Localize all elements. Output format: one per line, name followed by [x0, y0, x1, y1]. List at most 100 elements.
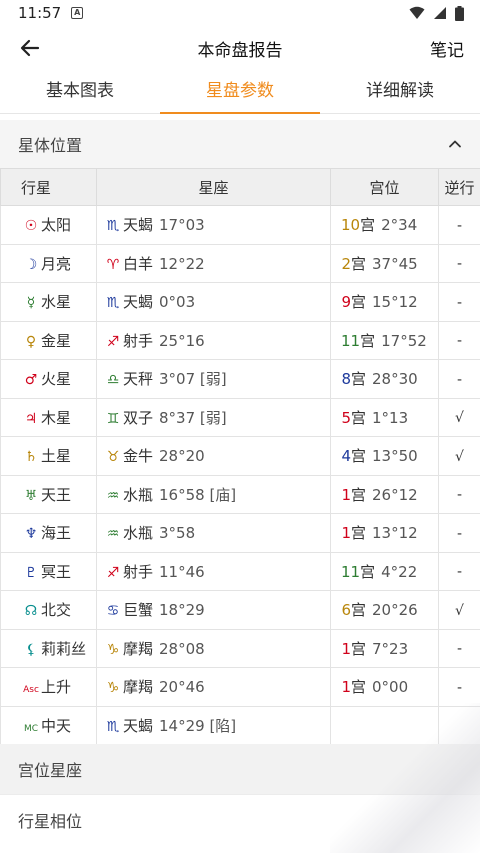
sign-degree: 28°20 — [159, 447, 205, 466]
house-number: 4 — [341, 447, 351, 466]
retrograde-cell: - — [438, 667, 480, 707]
section-header-planet-positions[interactable]: 星体位置 — [0, 120, 480, 168]
house-suffix: 宫 — [351, 639, 367, 658]
table-row: ♀ 金星 ♐ 射手 25°16 11宫 17°52 - — [0, 320, 480, 360]
house-cell: 1宫 7°23 — [330, 628, 439, 668]
table-row: MC 中天 ♏ 天蝎 14°29 [陷] — [0, 705, 480, 745]
planet-cell: ♀ 金星 — [0, 320, 97, 360]
sign-name: 天蝎 — [123, 716, 154, 735]
retrograde-mark: - — [456, 679, 463, 696]
planet-name: 海王 — [41, 524, 72, 543]
col-header-sign: 星座 — [96, 168, 331, 206]
sign-name: 金牛 — [123, 447, 154, 466]
planet-positions-table: 行星 星座 宫位 逆行 ☉ 太阳 ♏ 天蝎 17°03 10宫 2°34- ☽ 月亮 ♈ 白羊 12°… — [0, 168, 480, 745]
table-body: ☉ 太阳 ♏ 天蝎 17°03 10宫 2°34- ☽ 月亮 ♈ 白羊 12°22 2宫 37°45- ☿ 水… — [0, 205, 480, 745]
sign-cell: ♑ 摩羯 28°08 — [96, 628, 331, 668]
retrograde-cell: - — [438, 320, 480, 360]
retrograde-cell: - — [438, 282, 480, 322]
table-row: ⚸ 莉莉丝 ♑ 摩羯 28°08 1宫 7°23 - — [0, 628, 480, 668]
house-cell: 11宫 4°22 — [330, 551, 439, 591]
table-row: ♇ 冥王 ♐ 射手 11°46 11宫 4°22 - — [0, 551, 480, 591]
retrograde-cell: - — [438, 474, 480, 514]
house-cell: 1宫 0°00 — [330, 667, 439, 707]
sign-degree: 12°22 — [159, 254, 205, 273]
sign-cell: ♒ 水瓶 16°58 [庙] — [96, 474, 331, 514]
tab-chart-parameters[interactable]: 星盘参数 — [160, 70, 320, 114]
planet-glyph-icon: ♅ — [24, 487, 38, 504]
sign-degree: 11°46 — [159, 562, 205, 581]
retrograde-cell — [438, 705, 480, 745]
sign-cell: ♒ 水瓶 3°58 — [96, 513, 331, 553]
status-icons — [409, 5, 464, 21]
house-cell: 2宫 37°45 — [330, 243, 439, 283]
house-degree: 4°22 — [381, 562, 418, 581]
retrograde-mark: √ — [455, 602, 464, 619]
sign-cell: ♐ 射手 25°16 — [96, 320, 331, 360]
tab-detailed-reading[interactable]: 详细解读 — [320, 70, 480, 113]
planet-name: 中天 — [41, 716, 72, 735]
table-row: ☿ 水星 ♏ 天蝎 0°03 9宫 15°12 - — [0, 282, 480, 322]
sign-cell: ♎ 天秤 3°07 [弱] — [96, 359, 331, 399]
house-degree: 26°12 — [372, 485, 418, 504]
sign-degree: 17°03 — [159, 216, 205, 235]
planet-name: 金星 — [41, 331, 72, 350]
sign-degree: 3°07 [弱] — [159, 370, 227, 389]
app-bar: 本命盘报告 笔记 — [0, 26, 480, 70]
table-row: ♃ 木星 ♊ 双子 8°37 [弱] 5宫 1°13 √ — [0, 397, 480, 437]
sign-degree: 16°58 [庙] — [159, 485, 237, 504]
planet-cell: ☽ 月亮 — [0, 243, 97, 283]
sign-cell: ♋ 巨蟹 18°29 — [96, 590, 331, 630]
house-degree: 17°52 — [381, 331, 427, 350]
sign-glyph-icon: ♊ — [106, 410, 120, 427]
house-number: 11 — [341, 562, 361, 581]
sign-name: 天蝎 — [123, 293, 154, 312]
retrograde-cell: - — [438, 513, 480, 553]
planet-name: 太阳 — [41, 216, 72, 235]
planet-name: 上升 — [41, 678, 72, 697]
wifi-icon — [409, 6, 425, 19]
section-header-planet-aspects[interactable]: 行星相位 — [0, 794, 480, 844]
sign-degree: 3°58 — [159, 524, 196, 543]
planet-cell: ♄ 土星 — [0, 436, 97, 476]
section-title: 宫位星座 — [18, 761, 83, 780]
planet-glyph-icon: ♄ — [24, 449, 38, 466]
house-degree: 13°50 — [372, 447, 418, 466]
table-row: ♅ 天王 ♒ 水瓶 16°58 [庙] 1宫 26°12 - — [0, 474, 480, 514]
house-suffix: 宫 — [351, 678, 367, 697]
sign-cell: ♐ 射手 11°46 — [96, 551, 331, 591]
house-cell: 4宫 13°50 — [330, 436, 439, 476]
house-number: 6 — [341, 601, 351, 620]
planet-cell: ☊ 北交 — [0, 590, 97, 630]
table-row: ♂ 火星 ♎ 天秤 3°07 [弱] 8宫 28°30 - — [0, 359, 480, 399]
sign-name: 巨蟹 — [123, 601, 154, 620]
house-cell: 5宫 1°13 — [330, 397, 439, 437]
house-degree: 37°45 — [372, 254, 418, 273]
house-degree: 0°00 — [372, 678, 409, 697]
sign-degree: 20°46 — [159, 678, 205, 697]
planet-cell: ♅ 天王 — [0, 474, 97, 514]
planet-glyph-icon: Asc — [23, 685, 39, 696]
house-degree: 28°30 — [372, 370, 418, 389]
col-header-house: 宫位 — [330, 168, 439, 206]
retrograde-cell: √ — [438, 397, 480, 437]
status-bar: 11:57 A — [0, 0, 480, 26]
planet-cell: ♇ 冥王 — [0, 551, 97, 591]
planet-cell: ☉ 太阳 — [0, 205, 97, 245]
house-suffix: 宫 — [351, 447, 367, 466]
sign-cell: ♉ 金牛 28°20 — [96, 436, 331, 476]
sign-cell: ♏ 天蝎 14°29 [陷] — [96, 705, 331, 745]
retrograde-mark: - — [456, 641, 463, 658]
house-cell: 9宫 15°12 — [330, 282, 439, 322]
retrograde-mark: √ — [455, 410, 464, 427]
sign-name: 天蝎 — [123, 216, 154, 235]
house-degree: 13°12 — [372, 524, 418, 543]
planet-glyph-icon: ☊ — [24, 603, 38, 620]
chevron-up-icon[interactable] — [448, 137, 462, 151]
notes-button[interactable]: 笔记 — [430, 36, 464, 61]
section-header-house-signs[interactable]: 宫位星座 — [0, 744, 480, 794]
tab-basic-chart[interactable]: 基本图表 — [0, 70, 160, 113]
planet-name: 北交 — [41, 601, 72, 620]
house-cell: 1宫 26°12 — [330, 474, 439, 514]
sign-cell: ♈ 白羊 12°22 — [96, 243, 331, 283]
back-arrow-icon[interactable] — [18, 36, 42, 60]
